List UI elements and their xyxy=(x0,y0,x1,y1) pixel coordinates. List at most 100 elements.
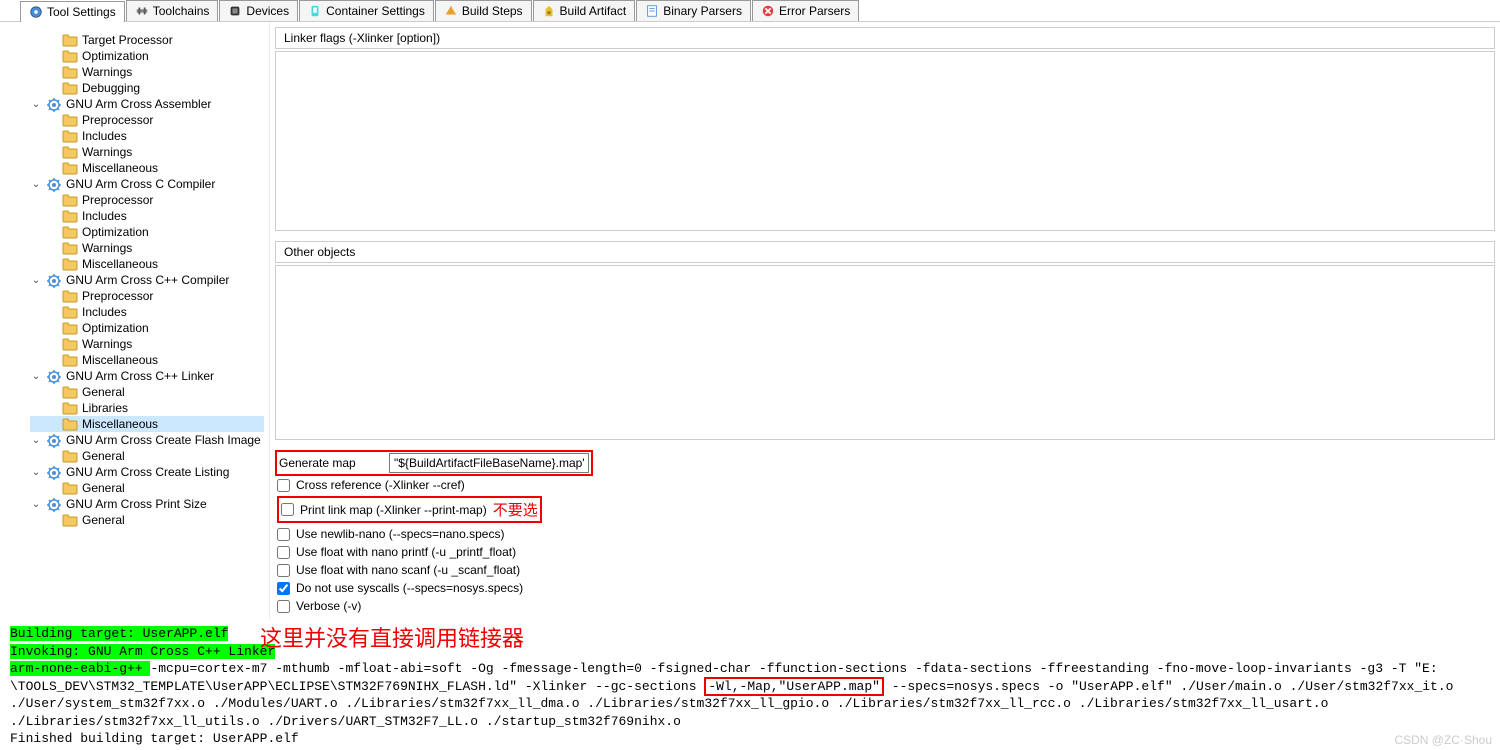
tree-label: GNU Arm Cross C Compiler xyxy=(66,177,215,191)
checkbox-5[interactable] xyxy=(277,582,290,595)
gear-icon xyxy=(46,369,62,383)
console-line: Finished building target: UserAPP.elf xyxy=(10,731,299,746)
expand-icon[interactable]: ⌄ xyxy=(30,99,42,110)
checkbox-label: Use float with nano scanf (-u _scanf_flo… xyxy=(296,563,520,577)
tree-item-includes[interactable]: Includes xyxy=(30,128,264,144)
folder-icon xyxy=(62,449,78,463)
tab-icon xyxy=(761,4,775,18)
tab-devices[interactable]: Devices xyxy=(219,0,298,21)
checkbox-3[interactable] xyxy=(277,546,290,559)
tree-item-preprocessor[interactable]: Preprocessor xyxy=(30,112,264,128)
tree-item-includes[interactable]: Includes xyxy=(30,304,264,320)
tab-icon xyxy=(645,4,659,18)
expand-icon[interactable]: ⌄ xyxy=(30,499,42,510)
tree-item-general[interactable]: General xyxy=(30,384,264,400)
other-objects-header: Other objects xyxy=(275,241,1495,263)
console-line: Invoking: GNU Arm Cross C++ Linker xyxy=(10,644,275,659)
tree-label: General xyxy=(82,513,125,527)
tree-item-gnu-arm-cross-create-flash-image[interactable]: ⌄GNU Arm Cross Create Flash Image xyxy=(30,432,264,448)
checkbox-row: Cross reference (-Xlinker --cref) xyxy=(275,476,1495,494)
tree-item-gnu-arm-cross-c-compiler[interactable]: ⌄GNU Arm Cross C++ Compiler xyxy=(30,272,264,288)
tree-item-miscellaneous[interactable]: Miscellaneous xyxy=(30,416,264,432)
tab-icon xyxy=(29,5,43,19)
expand-icon[interactable]: ⌄ xyxy=(30,467,42,478)
console-line: \TOOLS_DEV\STM32_TEMPLATE\UserAPP\ECLIPS… xyxy=(10,679,704,694)
generate-map-input[interactable] xyxy=(389,453,589,473)
folder-icon xyxy=(62,49,78,63)
checkbox-1[interactable] xyxy=(281,503,294,516)
tree-label: Miscellaneous xyxy=(82,257,158,271)
tree-item-gnu-arm-cross-create-listing[interactable]: ⌄GNU Arm Cross Create Listing xyxy=(30,464,264,480)
checkbox-row: Use float with nano scanf (-u _scanf_flo… xyxy=(275,561,1495,579)
other-objects-list[interactable] xyxy=(275,265,1495,440)
tree-item-optimization[interactable]: Optimization xyxy=(30,224,264,240)
tree-item-preprocessor[interactable]: Preprocessor xyxy=(30,192,264,208)
checkbox-label: Verbose (-v) xyxy=(296,599,361,613)
tree-item-general[interactable]: General xyxy=(30,512,264,528)
tab-label: Tool Settings xyxy=(47,5,116,19)
tree-label: Warnings xyxy=(82,65,132,79)
folder-icon xyxy=(62,481,78,495)
linker-flags-header: Linker flags (-Xlinker [option]) xyxy=(275,27,1495,49)
tree-label: Miscellaneous xyxy=(82,353,158,367)
tree-label: Preprocessor xyxy=(82,289,153,303)
tree-item-libraries[interactable]: Libraries xyxy=(30,400,264,416)
tree-label: Libraries xyxy=(82,401,128,415)
checkbox-row: Use float with nano printf (-u _printf_f… xyxy=(275,543,1495,561)
tree-label: Preprocessor xyxy=(82,113,153,127)
linker-flags-list[interactable] xyxy=(275,51,1495,231)
expand-icon[interactable]: ⌄ xyxy=(30,275,42,286)
tab-build-steps[interactable]: Build Steps xyxy=(435,0,532,21)
gear-icon xyxy=(46,273,62,287)
tab-binary-parsers[interactable]: Binary Parsers xyxy=(636,0,751,21)
expand-icon[interactable]: ⌄ xyxy=(30,371,42,382)
tree-item-target-processor[interactable]: Target Processor xyxy=(30,32,264,48)
map-flag-highlight: -Wl,-Map,"UserAPP.map" xyxy=(704,677,884,696)
tree-item-gnu-arm-cross-assembler[interactable]: ⌄GNU Arm Cross Assembler xyxy=(30,96,264,112)
folder-icon xyxy=(62,65,78,79)
tab-error-parsers[interactable]: Error Parsers xyxy=(752,0,859,21)
tree-item-optimization[interactable]: Optimization xyxy=(30,48,264,64)
tab-label: Toolchains xyxy=(153,4,210,18)
checkbox-6[interactable] xyxy=(277,600,290,613)
tree-label: Includes xyxy=(82,305,127,319)
tab-label: Build Artifact xyxy=(560,4,627,18)
folder-icon xyxy=(62,113,78,127)
tree-item-general[interactable]: General xyxy=(30,448,264,464)
tab-label: Error Parsers xyxy=(779,4,850,18)
tree-item-warnings[interactable]: Warnings xyxy=(30,240,264,256)
tab-tool-settings[interactable]: Tool Settings xyxy=(20,1,125,22)
tree-item-miscellaneous[interactable]: Miscellaneous xyxy=(30,256,264,272)
tree-item-warnings[interactable]: Warnings xyxy=(30,336,264,352)
tree-item-warnings[interactable]: Warnings xyxy=(30,144,264,160)
checkbox-row: Use newlib-nano (--specs=nano.specs) xyxy=(275,525,1495,543)
tab-container-settings[interactable]: Container Settings xyxy=(299,0,434,21)
tab-label: Binary Parsers xyxy=(663,4,742,18)
tree-item-includes[interactable]: Includes xyxy=(30,208,264,224)
console-line: ./User/system_stm32f7xx.o ./Modules/UART… xyxy=(10,696,1328,711)
console-line: ./Libraries/stm32f7xx_ll_utils.o ./Drive… xyxy=(10,714,681,729)
tree-item-gnu-arm-cross-c-linker[interactable]: ⌄GNU Arm Cross C++ Linker xyxy=(30,368,264,384)
folder-icon xyxy=(62,417,78,431)
tree-item-preprocessor[interactable]: Preprocessor xyxy=(30,288,264,304)
tab-build-artifact[interactable]: Build Artifact xyxy=(533,0,636,21)
tree-item-general[interactable]: General xyxy=(30,480,264,496)
expand-icon[interactable]: ⌄ xyxy=(30,435,42,446)
checkbox-0[interactable] xyxy=(277,479,290,492)
tree-item-gnu-arm-cross-print-size[interactable]: ⌄GNU Arm Cross Print Size xyxy=(30,496,264,512)
watermark: CSDN @ZC·Shou xyxy=(1394,732,1492,748)
tree-item-warnings[interactable]: Warnings xyxy=(30,64,264,80)
tree-item-optimization[interactable]: Optimization xyxy=(30,320,264,336)
tree-item-miscellaneous[interactable]: Miscellaneous xyxy=(30,160,264,176)
expand-icon[interactable]: ⌄ xyxy=(30,179,42,190)
tree-label: Optimization xyxy=(82,49,149,63)
gear-icon xyxy=(46,497,62,511)
tree-label: General xyxy=(82,449,125,463)
checkbox-2[interactable] xyxy=(277,528,290,541)
tab-toolchains[interactable]: Toolchains xyxy=(126,0,219,21)
checkbox-4[interactable] xyxy=(277,564,290,577)
tree-item-gnu-arm-cross-c-compiler[interactable]: ⌄ GNU Arm Cross C Compiler xyxy=(30,176,264,192)
tree-item-debugging[interactable]: Debugging xyxy=(30,80,264,96)
folder-icon xyxy=(62,129,78,143)
tree-item-miscellaneous[interactable]: Miscellaneous xyxy=(30,352,264,368)
